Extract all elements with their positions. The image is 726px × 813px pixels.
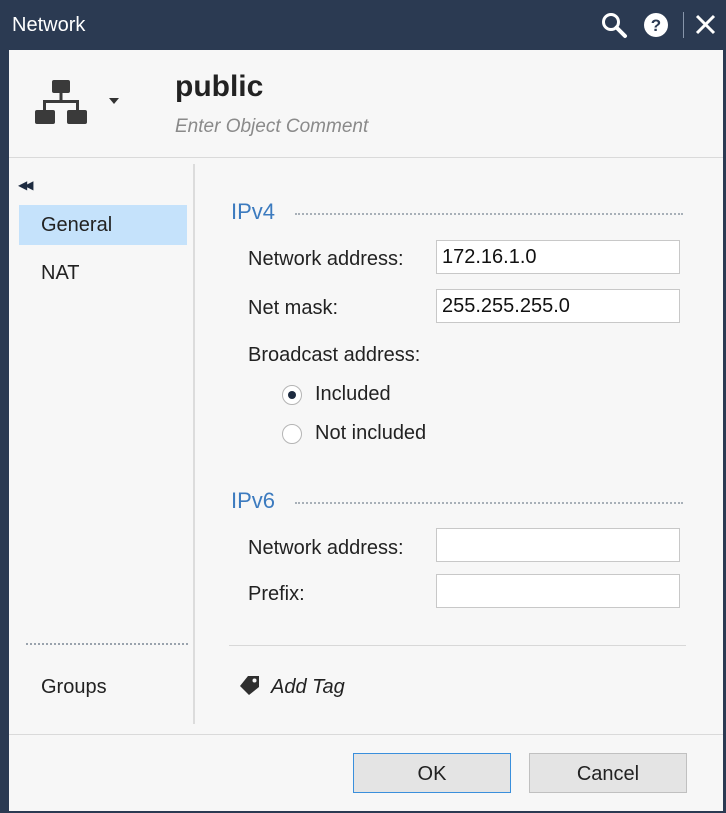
broadcast-not-included-radio[interactable] <box>282 423 302 444</box>
sidebar: ◀◀ General NAT Groups <box>9 158 195 738</box>
search-icon[interactable] <box>600 11 628 39</box>
network-dialog: Network ? public Enter Object Comment ◀◀… <box>0 0 726 813</box>
broadcast-included-radio[interactable] <box>282 384 302 405</box>
ipv6-network-address-input[interactable] <box>436 528 680 562</box>
chevron-down-icon[interactable] <box>109 98 119 104</box>
svg-text:?: ? <box>651 16 661 35</box>
ipv4-net-mask-input[interactable] <box>436 289 680 323</box>
object-header: public Enter Object Comment <box>9 50 723 158</box>
tag-icon <box>239 674 261 701</box>
add-tag-button[interactable]: Add Tag <box>239 674 345 701</box>
broadcast-not-included-label: Not included <box>315 422 427 444</box>
sidebar-item-nat[interactable]: NAT <box>19 253 187 293</box>
cancel-button[interactable]: Cancel <box>529 753 687 793</box>
ok-button[interactable]: OK <box>353 753 511 793</box>
ipv4-section-title: IPv4 <box>231 199 276 224</box>
ipv6-network-address-label: Network address: <box>248 537 404 559</box>
ipv4-network-address-label: Network address: <box>248 248 404 270</box>
window-title: Network <box>12 14 86 36</box>
tags-divider <box>229 645 686 646</box>
ipv4-section-divider <box>295 213 683 215</box>
ipv4-net-mask-label: Net mask: <box>248 297 339 319</box>
add-tag-label: Add Tag <box>271 676 345 698</box>
broadcast-included-option[interactable]: Included <box>282 383 391 406</box>
titlebar-separator <box>683 12 684 38</box>
sidebar-item-general[interactable]: General <box>19 205 187 245</box>
broadcast-address-label: Broadcast address: <box>248 344 421 366</box>
dialog-body: public Enter Object Comment ◀◀ General N… <box>9 50 723 811</box>
ipv6-prefix-label: Prefix: <box>248 583 305 605</box>
sidebar-item-groups[interactable]: Groups <box>19 667 187 707</box>
network-tree-icon[interactable] <box>33 77 89 131</box>
object-comment-field[interactable]: Enter Object Comment <box>175 116 368 138</box>
ipv6-prefix-input[interactable] <box>436 574 680 608</box>
dialog-footer: OK Cancel <box>9 734 723 811</box>
sidebar-divider-dotted <box>26 643 188 645</box>
ipv6-section-divider <box>295 502 683 504</box>
ipv4-network-address-input[interactable] <box>436 240 680 274</box>
double-chevron-left-icon[interactable]: ◀◀ <box>18 178 34 192</box>
broadcast-included-label: Included <box>315 383 391 405</box>
title-bar[interactable]: Network ? <box>0 0 726 50</box>
object-name[interactable]: public <box>175 70 263 104</box>
close-icon[interactable] <box>692 11 720 39</box>
help-icon[interactable]: ? <box>642 11 670 39</box>
broadcast-not-included-option[interactable]: Not included <box>282 422 426 445</box>
ipv6-section-title: IPv6 <box>231 488 276 513</box>
general-panel: IPv4 Network address: Net mask: Broadcas… <box>229 158 689 738</box>
